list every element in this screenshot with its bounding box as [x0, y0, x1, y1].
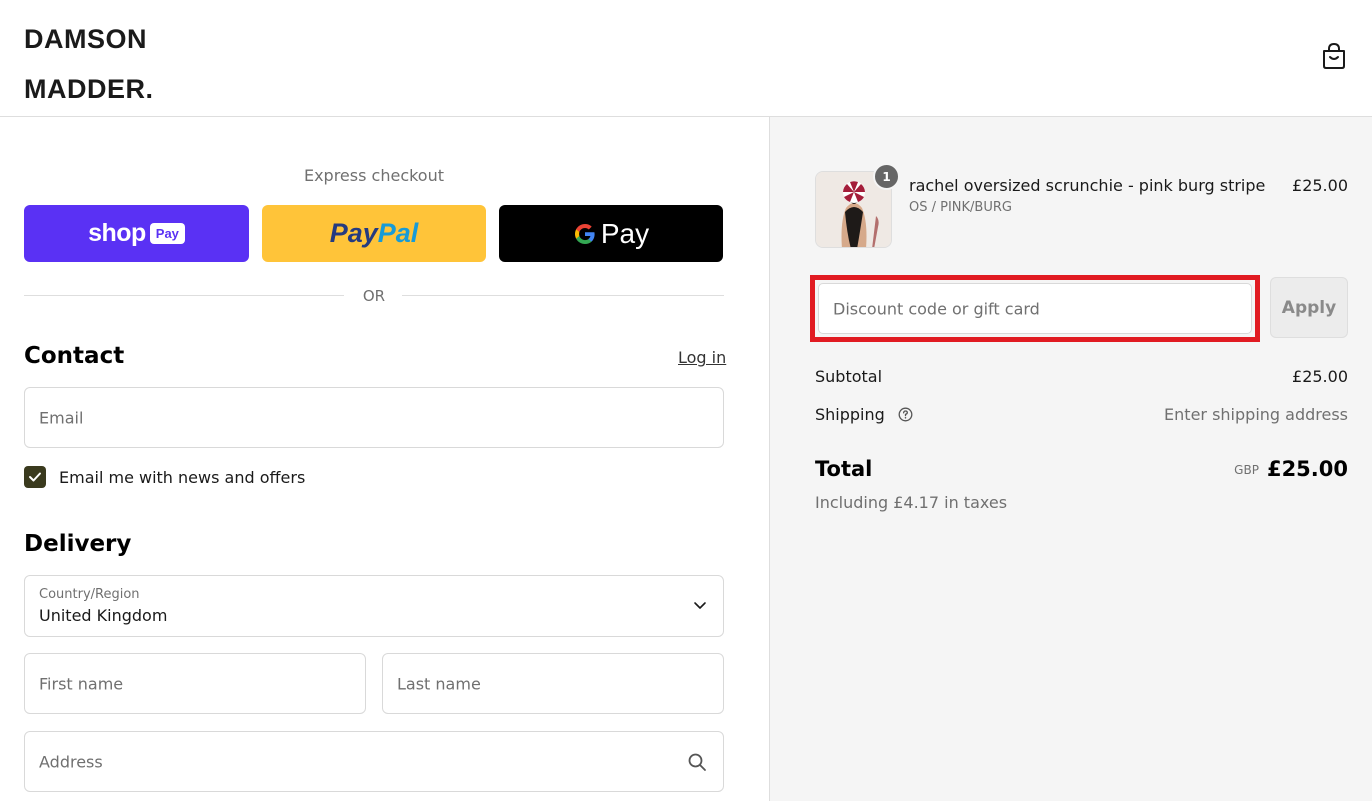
google-pay-button[interactable]: Pay [499, 205, 723, 262]
shop-pay-badge: Pay [149, 223, 185, 244]
divider-left [24, 295, 344, 296]
subtotal-value: £25.00 [1292, 367, 1348, 386]
paypal-button[interactable]: PayPal [262, 205, 486, 262]
paypal-wordmark: PayPal [330, 218, 419, 249]
newsletter-label: Email me with news and offers [59, 468, 306, 487]
subtotal-label: Subtotal [815, 367, 883, 386]
email-field[interactable]: Email [24, 387, 724, 448]
chevron-down-icon [694, 602, 706, 609]
product-name: rachel oversized scrunchie - pink burg s… [909, 176, 1266, 195]
quantity-badge: 1 [873, 163, 900, 190]
checkmark-icon [29, 472, 41, 482]
search-icon [688, 753, 706, 771]
last-name-placeholder: Last name [397, 674, 481, 693]
contact-heading: Contact [24, 343, 125, 369]
discount-highlight-box: Discount code or gift card [810, 275, 1260, 342]
shop-pay-wordmark: shop [88, 219, 146, 247]
shop-pay-button[interactable]: shop Pay [24, 205, 249, 262]
paypal-word-b: Pal [377, 218, 419, 248]
email-placeholder: Email [39, 408, 84, 427]
last-name-field[interactable]: Last name [382, 653, 724, 714]
logo-line-2: MADDER. [24, 74, 154, 104]
currency-code: GBP [1234, 463, 1259, 477]
shopping-bag-icon[interactable] [1321, 42, 1347, 70]
apply-discount-button[interactable]: Apply [1270, 277, 1348, 338]
header: DAMSON MADDER. [0, 0, 1372, 117]
address-placeholder: Address [39, 752, 103, 771]
first-name-placeholder: First name [39, 674, 124, 693]
shipping-label: Shipping [815, 405, 885, 424]
first-name-field[interactable]: First name [24, 653, 366, 714]
divider-right [402, 295, 724, 296]
total-value: £25.00 [1266, 457, 1348, 481]
total-label: Total [815, 457, 873, 481]
discount-code-field[interactable]: Discount code or gift card [818, 283, 1252, 334]
address-field[interactable]: Address [24, 731, 724, 792]
product-variant: OS / PINK/BURG [909, 200, 1012, 215]
order-summary: 1 rachel oversized scrunchie - pink burg… [770, 117, 1372, 801]
google-pay-label: Pay [600, 217, 650, 249]
google-g-icon [574, 223, 595, 244]
discount-placeholder: Discount code or gift card [833, 299, 1040, 318]
country-select[interactable]: Country/Region United Kingdom [24, 575, 724, 637]
login-link[interactable]: Log in [678, 348, 726, 367]
country-value: United Kingdom [39, 606, 168, 625]
newsletter-checkbox[interactable] [24, 466, 46, 488]
or-separator: OR [362, 287, 386, 305]
brand-logo[interactable]: DAMSON MADDER. [24, 14, 154, 114]
shipping-value: Enter shipping address [1164, 405, 1348, 424]
country-label: Country/Region [39, 587, 140, 602]
logo-line-1: DAMSON [24, 24, 147, 54]
total-amount: GBP £25.00 [1234, 457, 1348, 481]
checkout-form: Express checkout shop Pay PayPal Pay OR … [0, 117, 770, 801]
taxes-note: Including £4.17 in taxes [815, 493, 1008, 512]
delivery-heading: Delivery [24, 531, 132, 557]
help-icon[interactable] [898, 407, 913, 422]
express-checkout-title: Express checkout [303, 166, 445, 185]
product-price: £25.00 [1292, 176, 1348, 195]
paypal-word-a: Pay [329, 218, 378, 248]
shipping-row-label: Shipping [815, 405, 913, 424]
